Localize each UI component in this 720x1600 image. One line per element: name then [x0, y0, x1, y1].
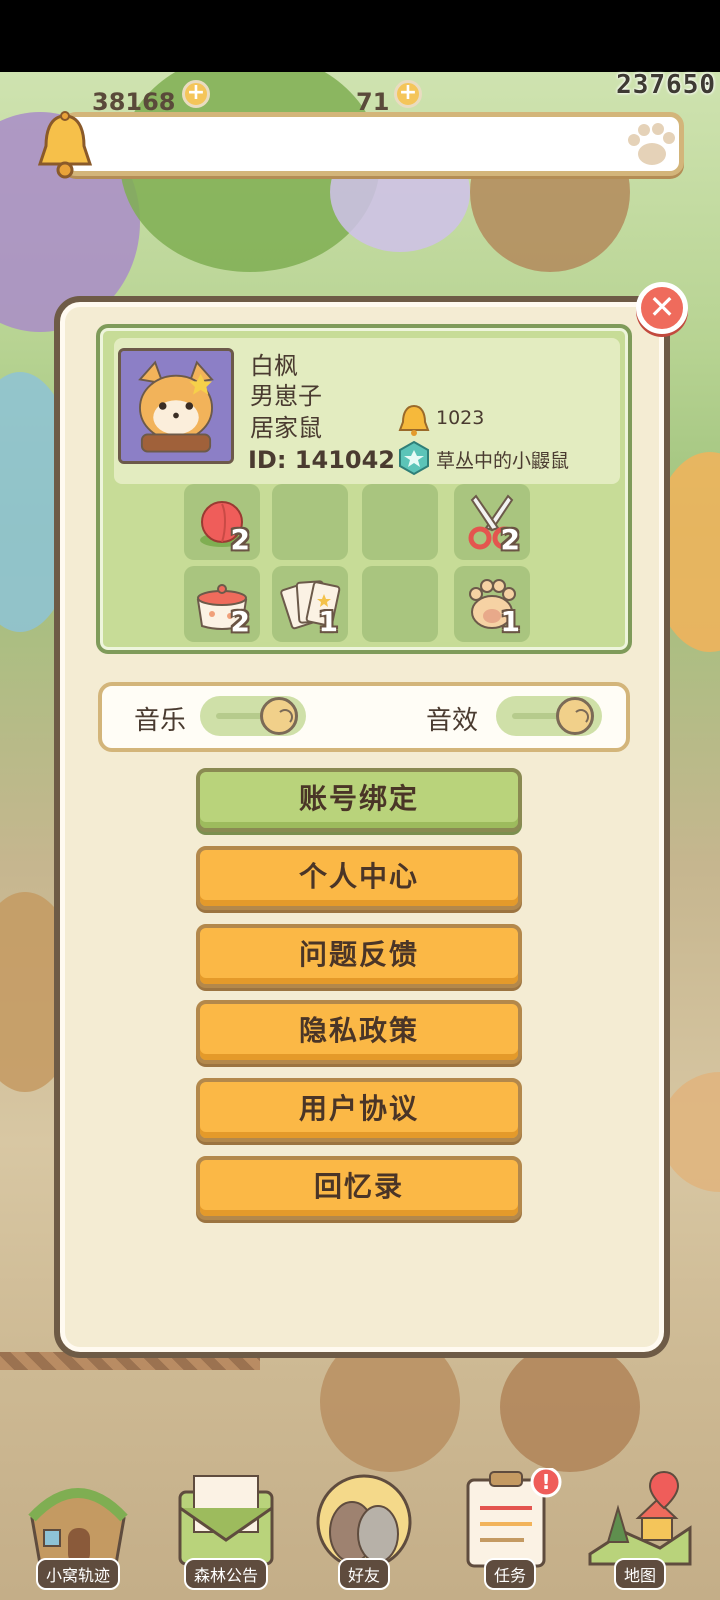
nav-tasks[interactable]: ! 任务 [454, 1466, 566, 1590]
personal-center-button[interactable]: 个人中心 [196, 846, 522, 910]
avatar[interactable] [118, 348, 234, 464]
player-gender: 男崽子 [250, 382, 322, 410]
bell-coin-icon [398, 404, 430, 436]
announcement-bar[interactable] [62, 112, 684, 176]
item-quantity: 1 [500, 605, 520, 638]
inventory-slot[interactable]: 2 [184, 484, 260, 560]
user-agreement-button[interactable]: 用户协议 [196, 1078, 522, 1142]
sfx-label: 音效 [426, 706, 479, 736]
add-resource-a-button[interactable]: + [182, 80, 210, 108]
music-label: 音乐 [134, 706, 187, 736]
nav-forest-notice[interactable]: 森林公告 [170, 1468, 282, 1590]
feedback-button[interactable]: 问题反馈 [196, 924, 522, 988]
svg-text:!: ! [541, 1470, 550, 1494]
map-icon [588, 1470, 692, 1566]
item-quantity: 1 [318, 605, 338, 638]
inventory-slot-empty[interactable] [362, 566, 438, 642]
inventory-slot[interactable]: 2 [454, 484, 530, 560]
nav-map[interactable]: 地图 [584, 1468, 696, 1590]
title-badge-icon [399, 440, 429, 476]
close-button[interactable]: ✕ [636, 282, 688, 334]
house-icon [28, 1488, 128, 1566]
bind-account-button[interactable]: 账号绑定 [196, 768, 522, 832]
nav-nest-track[interactable]: 小窝轨迹 [22, 1468, 134, 1590]
music-toggle[interactable] [200, 696, 306, 736]
inventory-slot[interactable]: 1 [454, 566, 530, 642]
hamster-avatar-icon [121, 351, 231, 461]
nav-label: 森林公告 [183, 1558, 269, 1590]
nav-label: 地图 [613, 1558, 667, 1590]
item-quantity: 2 [230, 605, 250, 638]
memories-button[interactable]: 回忆录 [196, 1156, 522, 1220]
sfx-toggle[interactable] [496, 696, 602, 736]
player-title: 草丛中的小鼹鼠 [436, 450, 570, 472]
inventory-slot[interactable]: 1 [272, 566, 348, 642]
friends-icon [316, 1474, 412, 1570]
inventory-slot[interactable]: 2 [184, 566, 260, 642]
paw-print-icon [628, 123, 675, 165]
player-role: 居家鼠 [250, 414, 322, 442]
nav-label: 任务 [483, 1558, 537, 1590]
clipboard-icon: ! [466, 1466, 562, 1568]
player-id: ID: 141042 [248, 446, 395, 474]
inventory-slot-empty[interactable] [272, 484, 348, 560]
add-resource-b-button[interactable]: + [394, 80, 422, 108]
privacy-policy-button[interactable]: 隐私政策 [196, 1000, 522, 1064]
bell-icon [37, 111, 93, 179]
item-quantity: 2 [230, 523, 250, 556]
nav-label: 好友 [337, 1558, 391, 1590]
nav-label: 小窝轨迹 [35, 1558, 121, 1590]
nav-friends[interactable]: 好友 [308, 1468, 420, 1590]
envelope-icon [178, 1475, 274, 1566]
currency-total: 237650 [616, 70, 716, 100]
inventory-slot-empty[interactable] [362, 484, 438, 560]
item-quantity: 2 [500, 523, 520, 556]
bell-count: 1023 [436, 407, 485, 429]
